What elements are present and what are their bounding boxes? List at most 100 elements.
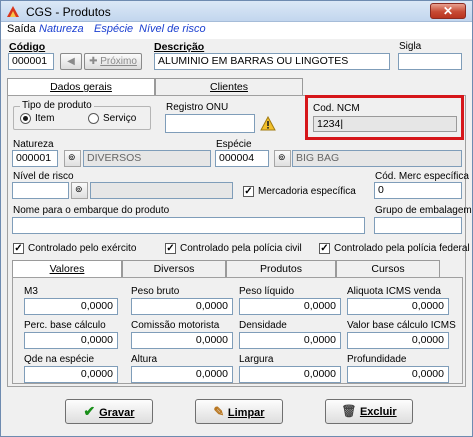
cod-merc-label: Cód. Merc específica [375,171,469,182]
m3-field[interactable]: 0,0000 [24,298,118,315]
cod-ncm-field[interactable]: 1234| [313,116,457,132]
menu-natureza[interactable]: Natureza [39,23,84,35]
binoculars-icon: ⊚ [68,152,76,162]
especie-desc-field: BIG BAG [292,150,462,167]
m3-label: M3 [24,286,38,297]
nivel-risco-search-button[interactable]: ⊚ [71,182,88,199]
aliquota-field[interactable]: 0,0000 [347,298,449,315]
warning-icon[interactable] [260,116,276,131]
largura-label: Largura [239,354,274,365]
comissao-field[interactable]: 0,0000 [131,332,233,349]
tab-clientes[interactable]: Clientes [155,78,303,95]
controlado-civil-label: Controlado pela polícia civil [180,243,302,254]
qde-especie-field[interactable]: 0,0000 [24,366,118,383]
window-title: CGS - Produtos [26,5,111,19]
densidade-label: Densidade [239,320,287,331]
eraser-icon: ✎ [213,404,228,419]
plus-icon: ✚ [89,56,101,67]
check-icon: ✔ [83,403,100,419]
peso-liquido-field[interactable]: 0,0000 [239,298,341,315]
app-icon [7,6,19,17]
altura-field[interactable]: 0,0000 [131,366,233,383]
natureza-label: Natureza [13,139,54,150]
profundidade-label: Profundidade [347,354,407,365]
sigla-label: Sigla [399,41,422,52]
arrow-left-icon: ◀ [67,56,75,67]
natureza-search-button[interactable]: ⊚ [64,150,81,167]
cod-ncm-label: Cod. NCM [313,103,360,114]
servico-radio[interactable] [88,113,99,124]
gravar-button[interactable]: ✔ Gravar [65,399,153,424]
cod-ncm-value: 1234 [317,118,341,130]
menu-saida[interactable]: Saída [7,23,36,35]
next-button-label: Próximo [100,56,137,67]
comissao-label: Comissão motorista [131,320,220,331]
especie-label: Espécie [216,139,252,150]
menu-nivel-risco[interactable]: Nível de risco [139,23,206,35]
natureza-code-field[interactable]: 000001 [12,150,58,167]
nome-embarque-field[interactable] [12,217,365,234]
profundidade-field[interactable]: 0,0000 [347,366,449,383]
item-radio-label: Item [35,113,55,124]
cod-merc-field[interactable]: 0 [374,182,462,199]
nivel-risco-code-field[interactable] [12,182,69,199]
tab-produtos-incompativeis[interactable]: Produtos incompatíveis [226,260,336,291]
title-bar: CGS - Produtos ✕ [1,1,472,22]
window: CGS - Produtos ✕ Saída Natureza Espécie … [0,0,473,437]
tab-cursos[interactable]: Cursos [336,260,440,277]
perc-base-label: Perc. base cálculo [24,320,106,331]
codigo-field[interactable]: 000001 [8,53,54,70]
check-icon: ✓ [14,243,23,254]
peso-bruto-field[interactable]: 0,0000 [131,298,233,315]
descricao-label: Descrição [154,41,205,53]
next-button[interactable]: ✚ Próximo [84,53,142,70]
trash-icon: 🗑 [341,404,360,418]
perc-base-field[interactable]: 0,0000 [24,332,118,349]
descricao-field[interactable]: ALUMINIO EM BARRAS OU LINGOTES [154,53,390,70]
especie-code-field[interactable]: 000004 [215,150,269,167]
sigla-field[interactable] [398,53,462,70]
mercadoria-especifica-checkbox[interactable]: ✓ [243,186,254,197]
excluir-button[interactable]: 🗑 Excluir [325,399,413,424]
form-body: Código 000001 ◀ ✚ Próximo Descrição ALUM… [4,40,472,433]
largura-field[interactable]: 0,0000 [239,366,341,383]
peso-bruto-label: Peso bruto [131,286,180,297]
tab-clientes-label: Clientes [210,81,248,93]
menu-especie[interactable]: Espécie [94,23,133,35]
registro-onu-label: Registro ONU [166,102,229,113]
tab-diversos[interactable]: Diversos [122,260,226,277]
peso-liquido-label: Peso líquido [239,286,295,297]
tab-valores[interactable]: Valores [12,260,122,277]
densidade-field[interactable]: 0,0000 [239,332,341,349]
tipo-produto-label: Tipo de produto [20,100,94,111]
controlado-civil-checkbox[interactable]: ✓ [165,243,176,254]
dados-gerais-panel: Tipo de produto Item Serviço Registro ON… [7,95,472,387]
registro-onu-field[interactable] [165,114,255,133]
close-button[interactable]: ✕ [430,3,466,19]
altura-label: Altura [131,354,158,365]
limpar-button-label: Limpar [227,407,265,419]
controlado-federal-label: Controlado pela polícia federal [334,243,470,254]
natureza-desc-field: DIVERSOS [83,150,211,167]
controlado-exercito-checkbox[interactable]: ✓ [13,243,24,254]
binoculars-icon: ⊚ [75,184,83,194]
binoculars-icon: ⊚ [278,152,286,162]
grupo-embalagem-field[interactable] [374,217,462,234]
nivel-risco-label: Nível de risco [13,171,74,182]
limpar-button[interactable]: ✎ Limpar [195,399,283,424]
controlado-federal-checkbox[interactable]: ✓ [319,243,330,254]
check-icon: ✓ [166,243,175,254]
valor-base-field[interactable]: 0,0000 [347,332,449,349]
tab-dados-gerais[interactable]: Dados gerais [7,78,155,95]
controlado-exercito-label: Controlado pelo exército [28,243,137,254]
item-radio[interactable] [20,113,31,124]
gravar-button-label: Gravar [99,407,135,419]
tab-diversos-label: Diversos [153,263,195,275]
nome-embarque-label: Nome para o embarque do produto [13,205,170,216]
check-icon: ✓ [244,186,253,197]
previous-button[interactable]: ◀ [60,53,82,70]
tab-dados-gerais-label: Dados gerais [50,81,112,93]
especie-search-button[interactable]: ⊚ [274,150,291,167]
aliquota-label: Aliquota ICMS venda [347,286,441,297]
grupo-embalagem-label: Grupo de embalagem [375,205,472,216]
